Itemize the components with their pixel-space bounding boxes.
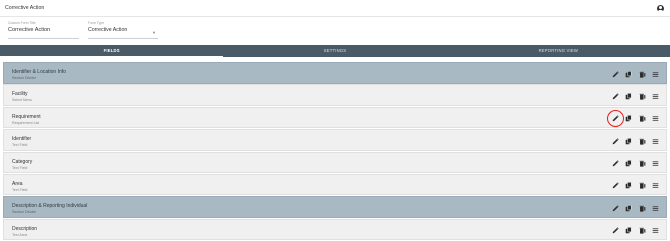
copy-icon[interactable] xyxy=(624,226,633,235)
trash-icon[interactable] xyxy=(638,226,647,235)
field-list: Identifier & Location Info Section Divide… xyxy=(3,62,667,241)
trash-icon[interactable] xyxy=(638,204,647,213)
top-bar: Corrective Action xyxy=(0,0,670,17)
row-actions xyxy=(606,110,660,128)
field-type: Select Menu xyxy=(12,98,32,103)
field-row[interactable]: Category Text Field xyxy=(3,151,667,174)
copy-icon[interactable] xyxy=(624,159,633,168)
drag-handle-icon[interactable] xyxy=(651,159,660,168)
row-actions xyxy=(606,226,660,236)
pencil-icon[interactable] xyxy=(611,70,620,79)
trash-icon[interactable] xyxy=(638,159,647,168)
field-name: Description xyxy=(12,225,38,232)
tab-reporting-view[interactable]: REPORTING VIEW xyxy=(447,45,670,57)
drag-handle-icon[interactable] xyxy=(651,204,660,213)
row-actions xyxy=(606,181,660,191)
drag-handle-icon[interactable] xyxy=(651,137,660,146)
form-builder-page: Corrective Action Custom Form Title Corr… xyxy=(0,0,670,241)
trash-icon[interactable] xyxy=(638,181,647,190)
field-type: Text Field xyxy=(12,143,28,148)
field-type: Section Divider xyxy=(12,76,37,80)
drag-handle-icon[interactable] xyxy=(651,114,660,123)
row-actions xyxy=(606,159,660,169)
row-actions xyxy=(606,203,660,213)
drag-handle-icon[interactable] xyxy=(651,226,660,235)
row-actions xyxy=(606,69,660,79)
field-row[interactable]: Area Text Field xyxy=(3,173,667,196)
field-name: Facility xyxy=(12,91,28,98)
trash-icon[interactable] xyxy=(638,114,647,123)
copy-icon[interactable] xyxy=(624,70,633,79)
pencil-icon[interactable] xyxy=(611,159,620,168)
field-name: Area xyxy=(12,180,23,187)
field-type: Section Divider xyxy=(12,210,37,215)
field-type: Requirement List xyxy=(12,120,40,125)
pencil-icon[interactable] xyxy=(611,181,620,190)
field-row[interactable]: Facility Select Menu xyxy=(3,84,667,106)
page-title: Corrective Action xyxy=(5,5,45,11)
copy-icon[interactable] xyxy=(624,137,633,146)
form-type-select[interactable]: Form Type Corrective Action ▼ xyxy=(88,21,158,39)
pencil-icon[interactable] xyxy=(611,92,620,101)
copy-icon[interactable] xyxy=(624,114,633,123)
section-divider-row[interactable]: Description & Reporting Individual Sectio… xyxy=(3,196,667,218)
pencil-icon[interactable] xyxy=(611,137,620,146)
tab-fields[interactable]: FIELDS xyxy=(0,45,224,57)
field-name: Category xyxy=(12,158,33,165)
drag-handle-icon[interactable] xyxy=(651,92,660,101)
pencil-icon[interactable] xyxy=(606,110,624,128)
copy-icon[interactable] xyxy=(624,204,633,213)
form-title-input[interactable]: Corrective Action xyxy=(8,26,79,39)
tab-bar: FIELDS SETTINGS REPORTING VIEW xyxy=(0,45,670,57)
field-type: Text Field xyxy=(12,187,28,192)
form-title-field[interactable]: Custom Form Title Corrective Action xyxy=(8,21,79,39)
pencil-icon[interactable] xyxy=(611,204,620,213)
form-type-value[interactable]: Corrective Action xyxy=(88,26,158,39)
field-type: Text Area xyxy=(12,232,27,237)
field-row[interactable]: Description Text Area xyxy=(3,218,667,241)
field-name: Description & Reporting Individual xyxy=(12,203,88,210)
row-actions xyxy=(606,91,660,101)
section-divider-row[interactable]: Identifier & Location Info Section Divide… xyxy=(3,62,667,84)
field-type: Text Field xyxy=(12,165,28,170)
user-icon[interactable] xyxy=(657,5,664,12)
tab-settings[interactable]: SETTINGS xyxy=(223,45,446,57)
trash-icon[interactable] xyxy=(638,137,647,146)
field-name: Identifier xyxy=(12,136,32,143)
trash-icon[interactable] xyxy=(638,92,647,101)
chevron-down-icon[interactable]: ▼ xyxy=(152,30,156,35)
trash-icon[interactable] xyxy=(638,70,647,79)
copy-icon[interactable] xyxy=(624,92,633,101)
field-name: Requirement xyxy=(12,113,41,120)
field-row[interactable]: Requirement Requirement List xyxy=(3,106,667,129)
highlight-circle xyxy=(606,110,624,128)
field-row[interactable]: Identifier Text Field xyxy=(3,129,667,151)
pencil-icon[interactable] xyxy=(611,226,620,235)
drag-handle-icon[interactable] xyxy=(651,70,660,79)
field-name: Identifier & Location Info xyxy=(12,69,66,75)
row-actions xyxy=(606,136,660,146)
drag-handle-icon[interactable] xyxy=(651,181,660,190)
copy-icon[interactable] xyxy=(624,181,633,190)
